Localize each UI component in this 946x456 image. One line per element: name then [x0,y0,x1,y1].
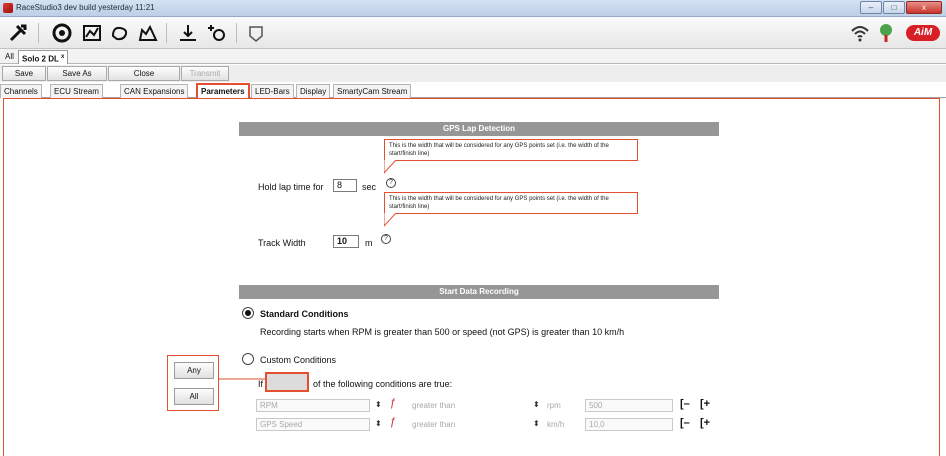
tab-display[interactable]: Display [296,84,331,98]
remove-condition-button[interactable]: [– [680,398,690,410]
all-option[interactable]: All [174,388,214,405]
spinner-icon[interactable]: ⬍ [533,400,540,409]
action-bar: Save Save As Close Transmit [0,65,946,82]
track-width-label: Track Width [258,238,306,248]
minimize-button[interactable]: – [860,1,882,14]
wrench-icon[interactable] [6,21,30,45]
download-icon[interactable] [176,21,200,45]
function-icon: ƒ [390,397,397,409]
any-option[interactable]: Any [174,362,214,379]
close-window-button[interactable]: x [906,1,942,14]
add-condition-button[interactable]: [+ [700,417,710,429]
tooltip-tail [384,213,397,227]
value-input[interactable]: 10,0 [585,418,673,431]
connection-icon[interactable] [874,21,898,45]
aim-logo: AiM [906,25,940,41]
spinner-icon[interactable]: ⬍ [533,419,540,428]
tab-channels[interactable]: Channels [0,84,42,98]
hold-lap-time-unit: sec [362,182,377,192]
spinner-icon[interactable]: ⬍ [375,419,382,428]
track-width-input[interactable]: 10 [333,235,359,248]
hold-lap-time-input[interactable]: 8 [333,179,357,192]
unit-label: rpm [547,401,561,410]
tab-can-expansions[interactable]: CAN Expansions [120,84,189,98]
save-button[interactable]: Save [2,66,46,81]
document-tabs: All Solo 2 DL x [0,49,946,64]
tab-label: Solo 2 DL [22,54,59,64]
any-all-dropdown: Any All [167,355,219,411]
channel-select[interactable]: GPS Speed [256,418,370,431]
save-as-button[interactable]: Save As [47,66,107,81]
tab-solo-2-dl[interactable]: Solo 2 DL x [18,50,69,64]
standard-conditions-radio[interactable] [242,307,254,319]
window-title: RaceStudio3 dev build yesterday 11:21 [16,3,155,12]
track-width-unit: m [365,238,373,248]
standard-conditions-label: Standard Conditions [260,309,349,319]
transmit-button[interactable]: Transmit [181,66,229,81]
tab-led-bars[interactable]: LED-Bars [251,84,294,98]
add-condition-button[interactable]: [+ [700,398,710,410]
tab-all[interactable]: All [2,50,17,64]
help-icon[interactable]: ? [386,178,396,188]
sensor-icon[interactable] [204,21,228,45]
help-icon[interactable]: ? [381,234,391,244]
standard-conditions-description: Recording starts when RPM is greater tha… [260,327,625,337]
device-icon[interactable] [50,21,74,45]
operator-select[interactable]: greater than [412,420,455,429]
tooltip-track-width: This is the width that will be considere… [384,192,638,214]
tab-ecu-stream[interactable]: ECU Stream [50,84,103,98]
profile-icon[interactable] [136,21,160,45]
wifi-icon[interactable] [848,21,872,45]
tab-close-icon[interactable]: x [61,54,64,60]
connector-line [219,378,267,380]
unit-label: km/h [547,420,565,429]
firmware-icon[interactable] [244,21,268,45]
config-tabs: Channels ECU Stream CAN Expansions Param… [0,83,946,98]
chart-icon[interactable] [80,21,104,45]
main-toolbar: AiM [0,17,946,49]
gps-lap-detection-header: GPS Lap Detection [239,122,719,136]
remove-condition-button[interactable]: [– [680,417,690,429]
start-data-recording-header: Start Data Recording [239,285,719,299]
conditions-suffix-label: of the following conditions are true: [313,379,453,389]
any-all-selector[interactable] [265,372,309,392]
hold-lap-time-label: Hold lap time for [258,182,324,192]
maximize-button[interactable]: □ [883,1,905,14]
tooltip-hold-lap: This is the width that will be considere… [384,139,638,161]
operator-select[interactable]: greater than [412,401,455,410]
tab-smartycam-stream[interactable]: SmartyCam Stream [333,84,412,98]
title-bar: RaceStudio3 dev build yesterday 11:21 – … [0,0,946,17]
channel-select[interactable]: RPM [256,399,370,412]
custom-conditions-label: Custom Conditions [260,355,337,365]
tab-parameters[interactable]: Parameters [196,83,250,98]
close-button[interactable]: Close [108,66,180,81]
spinner-icon[interactable]: ⬍ [375,400,382,409]
tooltip-tail [384,160,397,174]
track-icon[interactable] [108,21,132,45]
custom-conditions-radio[interactable] [242,353,254,365]
window-controls: – □ x [860,1,942,14]
value-input[interactable]: 500 [585,399,673,412]
app-icon [3,3,13,13]
function-icon: ƒ [390,416,397,428]
